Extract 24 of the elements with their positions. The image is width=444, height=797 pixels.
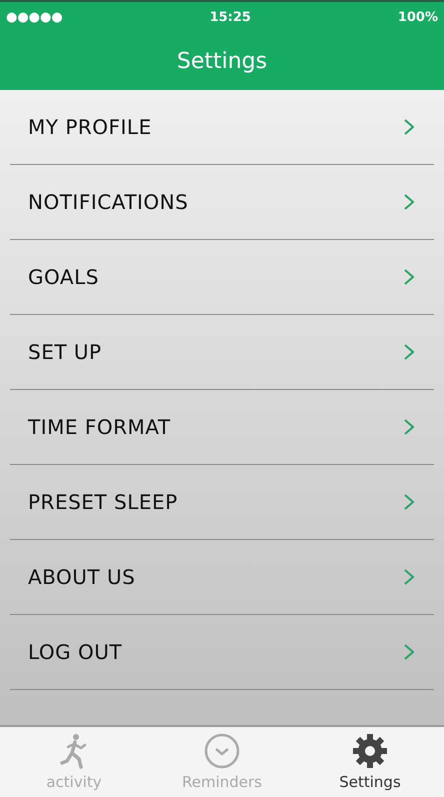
tab[interactable]: Settings — [296, 727, 444, 797]
settings-row[interactable]: TIME FORMAT — [10, 390, 434, 465]
chevron-icon — [404, 119, 414, 135]
chevron-icon — [404, 644, 414, 660]
settings-row[interactable]: LOG OUT — [10, 615, 434, 690]
runner-icon — [59, 733, 89, 769]
chevron-icon — [404, 419, 414, 435]
settings-row[interactable]: PRESET SLEEP — [10, 465, 434, 540]
signal-indicator: ●●●●● — [6, 10, 63, 24]
chevron-icon — [404, 269, 414, 285]
settings-row[interactable]: NOTIFICATIONS — [10, 165, 434, 240]
settings-icon — [352, 733, 388, 769]
chevron-icon — [404, 494, 414, 510]
screen-title: Settings — [176, 48, 268, 74]
status-time: 15:25 — [210, 10, 251, 24]
chevron-icon — [404, 569, 414, 585]
battery-level: 100% — [398, 10, 438, 24]
settings-row[interactable]: ABOUT US — [10, 540, 434, 615]
settings-row[interactable]: SET UP — [10, 315, 434, 390]
chevron-icon — [404, 194, 414, 210]
clock-icon — [204, 733, 240, 769]
settings-row[interactable]: GOALS — [10, 240, 434, 315]
chevron-icon — [404, 344, 414, 360]
settings-row[interactable]: MY PROFILE — [10, 90, 434, 165]
